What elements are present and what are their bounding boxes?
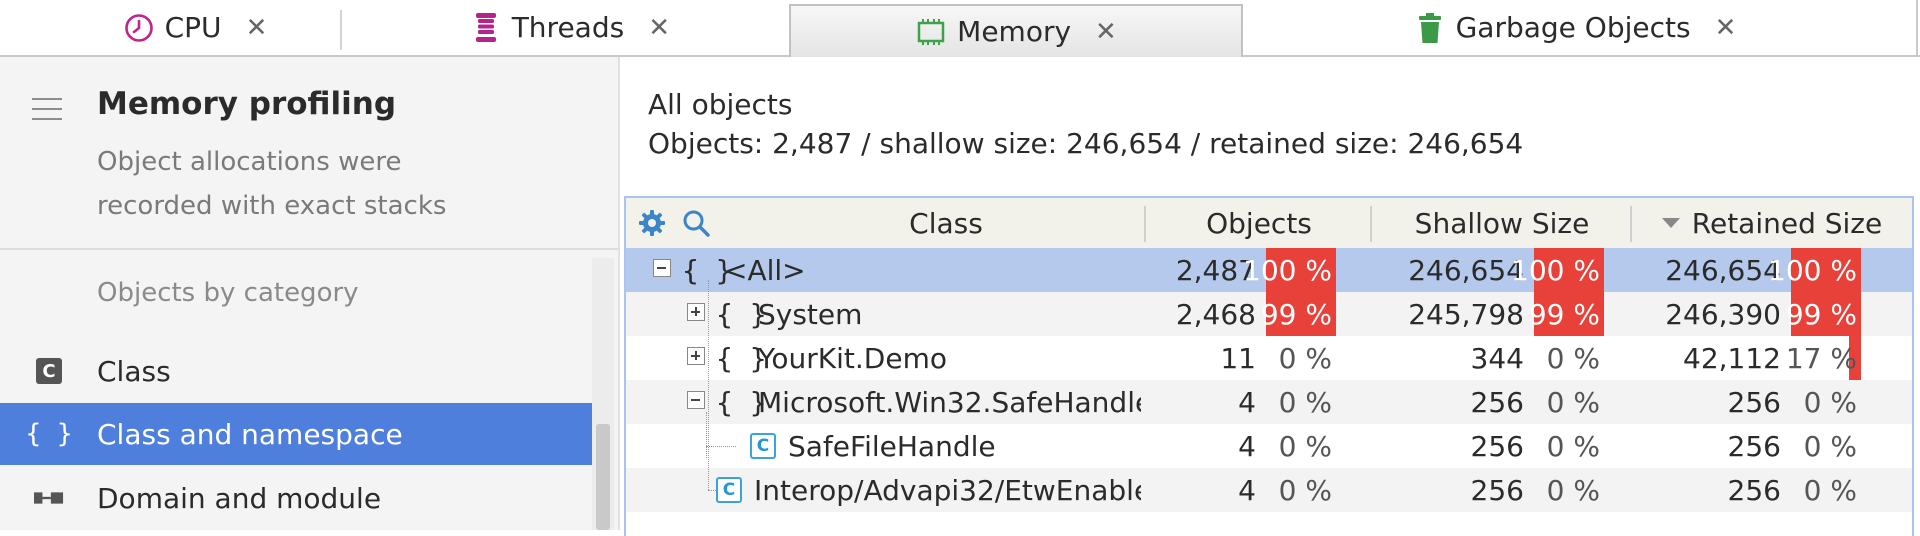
retained-percent: 17 % [1785,341,1857,375]
sidebar-title: Memory profiling [97,86,397,122]
close-icon[interactable]: ✕ [246,13,268,43]
table-header: Class Objects Shallow Size Retained Size [626,198,1912,250]
tab-label: CPU [164,11,222,44]
objects-summary: Objects: 2,487 / shallow size: 246,654 /… [648,127,1524,160]
objects-value: 4 [1238,473,1256,507]
table-row[interactable]: { } <All> 2,487 100 % 246,654 100 % 246,654 100… [626,248,1912,292]
objects-value: 11 [1220,341,1256,375]
category-header: Objects by category [97,278,359,308]
table-row[interactable]: { } System 2,468 99 % 245,798 99 % 246,390 99 % [626,292,1912,336]
retained-value: 256 [1727,385,1781,419]
objects-value: 4 [1238,385,1256,419]
sidebar-item-class[interactable]: C Class [0,340,592,402]
close-icon[interactable]: ✕ [1095,17,1117,47]
sidebar-description: Object allocations were recorded with ex… [97,147,447,221]
objects-value: 2,487 [1175,253,1256,287]
close-icon[interactable]: ✕ [648,13,670,43]
tab-separator [340,10,342,50]
retained-value: 42,112 [1683,341,1781,375]
table-row[interactable]: C SafeFileHandle 4 0 % 256 0 % 256 0 % [626,424,1912,468]
sidebar-item-domain-and-module[interactable]: Domain and module [0,467,592,529]
column-header-label: Retained Size [1691,206,1883,240]
tab-threads[interactable]: Threads ✕ [470,0,670,55]
column-header-retained-size[interactable]: Retained Size [1632,198,1912,248]
page-title: All objects [648,88,793,121]
shallow-value: 344 [1470,341,1524,375]
clock-icon [123,12,155,44]
sidebar-item-class-and-namespace[interactable]: { } Class and namespace [0,403,592,465]
objects-value: 2,468 [1175,297,1256,331]
class-badge-icon: C [34,356,64,386]
tab-label: Memory [957,15,1072,48]
retained-percent: 0 % [1803,473,1857,507]
shallow-value: 256 [1470,429,1524,463]
shallow-value: 256 [1470,385,1524,419]
tab-label: Garbage Objects [1455,11,1691,44]
memory-chip-icon [915,16,947,48]
tree-connector [706,412,707,458]
sidebar-item-label: Domain and module [97,481,382,515]
sort-descending-icon [1661,218,1680,228]
close-icon[interactable]: ✕ [1715,13,1737,43]
tab-garbage-objects[interactable]: Garbage Objects ✕ [1410,0,1740,55]
column-header-shallow-size[interactable]: Shallow Size [1372,198,1632,248]
settings-gear-icon[interactable] [638,209,666,237]
search-icon[interactable] [682,209,710,237]
retained-value: 246,654 [1665,253,1781,287]
tab-bar-end [1916,0,1918,57]
retained-value: 256 [1727,473,1781,507]
table-row[interactable]: { } Microsoft.Win32.SafeHandles 4 0 % 256 0 %… [626,380,1912,424]
sidebar-item-label: Class and namespace [97,417,403,451]
retained-percent: 100 % [1768,248,1861,292]
expand-icon[interactable] [687,347,705,365]
sidebar-separator [0,248,618,250]
expand-icon[interactable] [687,303,705,321]
column-header-objects[interactable]: Objects [1146,198,1372,248]
tab-cpu[interactable]: CPU ✕ [60,0,330,55]
class-badge-icon: C [716,477,742,503]
shallow-value: 245,798 [1408,297,1524,331]
retained-value: 256 [1727,429,1781,463]
class-badge-icon: C [750,433,776,459]
sidebar-item-label: Class [97,354,171,388]
module-icon [34,483,64,513]
threads-icon [470,12,502,44]
collapse-icon[interactable] [653,259,671,277]
objects-table: Class Objects Shallow Size Retained Size… [624,196,1914,536]
sidebar-scrollbar-thumb[interactable] [596,424,610,530]
collapse-icon[interactable] [687,391,705,409]
retained-percent: 0 % [1803,385,1857,419]
tree-connector [706,446,736,447]
trash-icon [1414,12,1446,44]
hamburger-menu-icon[interactable] [32,98,62,120]
shallow-value: 256 [1470,473,1524,507]
retained-value: 246,390 [1665,297,1781,331]
sidebar-divider [618,57,620,530]
retained-percent: 0 % [1803,429,1857,463]
objects-value: 4 [1238,429,1256,463]
tree-connector [708,490,718,491]
tree-connector [708,280,709,490]
tab-memory[interactable]: Memory ✕ [789,4,1243,57]
retained-percent: 99 % [1786,292,1861,336]
table-row[interactable]: { } YourKit.Demo 11 0 % 344 0 % 42,112 17 % [626,336,1912,380]
namespace-braces-icon: { } [25,419,73,449]
tab-label: Threads [511,11,625,44]
shallow-value: 246,654 [1408,253,1524,287]
tab-bar: CPU ✕ Threads ✕ Memory ✕ Garbage Objects… [0,0,1920,57]
column-header-class[interactable]: Class [726,198,1166,248]
table-row[interactable]: CInterop/Advapi32/EtwEnableCallback40 %2… [626,468,1912,512]
